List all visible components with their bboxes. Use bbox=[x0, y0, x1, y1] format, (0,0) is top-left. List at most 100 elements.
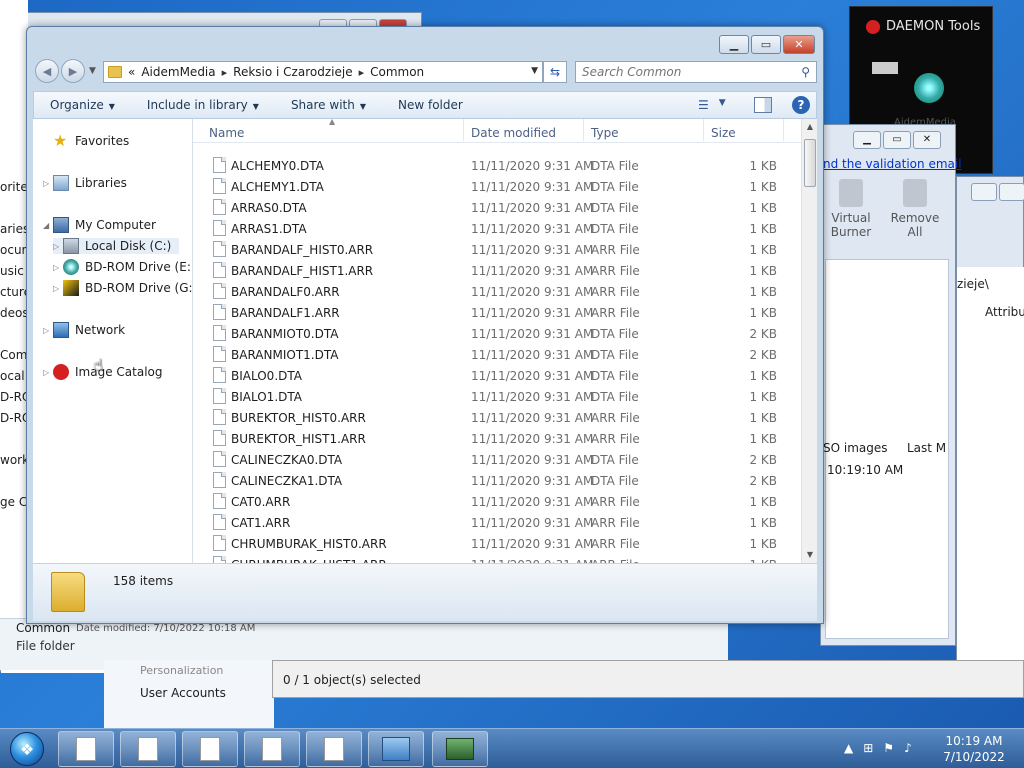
nav-favorites[interactable]: ★ Favorites bbox=[53, 133, 129, 149]
file-row[interactable]: BARANDALF_HIST1.ARR 11/11/2020 9:31 AM ARR… bbox=[193, 260, 801, 281]
vertical-scrollbar[interactable]: ▲ ▼ bbox=[801, 119, 817, 563]
remove-all-button[interactable]: Remove All bbox=[887, 179, 943, 239]
new-folder-button[interactable]: New folder bbox=[382, 98, 479, 112]
attributes-header[interactable]: Attribu bbox=[985, 305, 1024, 319]
breadcrumb-separator-icon[interactable]: ▸ bbox=[222, 66, 228, 79]
file-row[interactable]: BUREKTOR_HIST0.ARR 11/11/2020 9:31 AM ARR … bbox=[193, 407, 801, 428]
maximize-button[interactable] bbox=[971, 183, 997, 201]
last-modified-header[interactable]: Last M bbox=[907, 441, 946, 455]
collapse-arrow-icon[interactable]: ◢ bbox=[43, 221, 53, 230]
close-button[interactable]: ✕ bbox=[783, 35, 815, 54]
address-bar[interactable]: « AidemMedia ▸ Reksio i Czarodzieje ▸ Co… bbox=[103, 61, 543, 83]
taskbar-document-1[interactable] bbox=[58, 731, 114, 767]
explorer-window[interactable]: ▁ ▭ ✕ ◀ ▶ ▼ « AidemMedia ▸ Reksio i Czar… bbox=[26, 26, 824, 624]
breadcrumb-reksio[interactable]: Reksio i Czarodzieje bbox=[233, 65, 352, 79]
taskbar-document-3[interactable] bbox=[182, 731, 238, 767]
daemon-tools-window[interactable]: ▁ ▭ ✕ nd the validation email Virtual Bu… bbox=[820, 124, 962, 646]
file-row[interactable]: CAT0.ARR 11/11/2020 9:31 AM ARR File 1 KB bbox=[193, 491, 801, 512]
nav-network[interactable]: ▷ Network bbox=[43, 322, 125, 338]
forward-button[interactable]: ▶ bbox=[61, 59, 85, 83]
taskbar-document-5[interactable] bbox=[306, 731, 362, 767]
column-type[interactable]: Type bbox=[591, 126, 619, 140]
file-row[interactable]: CALINECZKA0.DTA 11/11/2020 9:31 AM DTA Fil… bbox=[193, 449, 801, 470]
clock[interactable]: 10:19 AM 7/10/2022 bbox=[938, 733, 1010, 765]
file-row[interactable]: ARRAS1.DTA 11/11/2020 9:31 AM DTA File 1 KB bbox=[193, 218, 801, 239]
address-dropdown-icon[interactable]: ▼ bbox=[531, 66, 538, 76]
search-box[interactable]: ⚲ bbox=[575, 61, 817, 83]
preview-pane-icon[interactable] bbox=[754, 97, 772, 113]
taskbar-document-2[interactable] bbox=[120, 731, 176, 767]
breadcrumb-separator-icon[interactable]: ▸ bbox=[359, 66, 365, 79]
minimize-button[interactable]: ▁ bbox=[853, 131, 881, 149]
expand-arrow-icon[interactable]: ▷ bbox=[43, 179, 53, 188]
far-right-window[interactable]: zieje\ Attribu bbox=[956, 176, 1024, 667]
column-divider[interactable] bbox=[583, 119, 584, 141]
breadcrumb-common[interactable]: Common bbox=[370, 65, 424, 79]
file-row[interactable]: BARANMIOT0.DTA 11/11/2020 9:31 AM DTA File… bbox=[193, 323, 801, 344]
iso-images-header[interactable]: SO images bbox=[823, 441, 888, 455]
scroll-thumb[interactable] bbox=[804, 139, 816, 187]
nav-local-disk[interactable]: ▷ Local Disk (C:) bbox=[53, 238, 180, 254]
action-center-icon[interactable]: ⚑ bbox=[883, 741, 894, 755]
file-row[interactable]: BARANMIOT1.DTA 11/11/2020 9:31 AM DTA File… bbox=[193, 344, 801, 365]
validation-email-link[interactable]: nd the validation email bbox=[823, 157, 962, 171]
include-in-library-menu[interactable]: Include in library ▼ bbox=[131, 98, 275, 112]
user-accounts-link[interactable]: User Accounts bbox=[140, 686, 226, 700]
expand-arrow-icon[interactable]: ▷ bbox=[53, 242, 63, 251]
expand-arrow-icon[interactable]: ▷ bbox=[43, 326, 53, 335]
taskbar-document-4[interactable] bbox=[244, 731, 300, 767]
nav-libraries[interactable]: ▷ Libraries bbox=[43, 175, 127, 191]
maximize-button[interactable]: ▭ bbox=[883, 131, 911, 149]
expand-arrow-icon[interactable]: ▷ bbox=[53, 284, 63, 293]
file-row[interactable]: CAT1.ARR 11/11/2020 9:31 AM ARR File 1 KB bbox=[193, 512, 801, 533]
column-size[interactable]: Size bbox=[711, 126, 736, 140]
start-button[interactable]: ❖ bbox=[2, 731, 52, 767]
file-row[interactable]: ALCHEMY1.DTA 11/11/2020 9:31 AM DTA File 1 … bbox=[193, 176, 801, 197]
taskbar-monitor[interactable] bbox=[432, 731, 488, 767]
personalization-link[interactable]: Personalization bbox=[140, 664, 223, 677]
nav-fragment[interactable]: work bbox=[0, 453, 29, 467]
column-divider[interactable] bbox=[463, 119, 464, 141]
file-row[interactable]: ALCHEMY0.DTA 11/11/2020 9:31 AM DTA File 1 … bbox=[193, 155, 801, 176]
nav-fragment[interactable]: deos bbox=[0, 306, 29, 320]
organize-menu[interactable]: Organize ▼ bbox=[34, 98, 131, 112]
scroll-down-icon[interactable]: ▼ bbox=[802, 547, 818, 563]
close-button[interactable] bbox=[999, 183, 1024, 201]
help-icon[interactable]: ? bbox=[792, 96, 810, 114]
show-hidden-icons-icon[interactable]: ▲ bbox=[844, 741, 853, 755]
column-name[interactable]: Name bbox=[209, 126, 244, 140]
nav-my-computer[interactable]: ◢ My Computer bbox=[43, 217, 156, 233]
maximize-button[interactable]: ▭ bbox=[751, 35, 781, 54]
column-divider[interactable] bbox=[783, 119, 784, 141]
recent-pages-dropdown[interactable]: ▼ bbox=[89, 66, 96, 76]
search-input[interactable] bbox=[582, 63, 792, 81]
file-row[interactable]: BIALO0.DTA 11/11/2020 9:31 AM DTA File 1 KB bbox=[193, 365, 801, 386]
nav-fragment[interactable]: Com bbox=[0, 348, 27, 362]
disc-icon[interactable] bbox=[914, 73, 944, 103]
search-icon[interactable]: ⚲ bbox=[801, 65, 810, 79]
nav-fragment[interactable]: aries bbox=[0, 222, 29, 236]
virtual-burner-button[interactable]: Virtual Burner bbox=[823, 179, 879, 239]
path-field[interactable]: zieje\ bbox=[957, 277, 989, 291]
expand-arrow-icon[interactable]: ▷ bbox=[53, 263, 63, 272]
file-row[interactable]: BIALO1.DTA 11/11/2020 9:31 AM DTA File 1 KB bbox=[193, 386, 801, 407]
network-tray-icon[interactable]: ⊞ bbox=[863, 741, 873, 755]
file-row[interactable]: CALINECZKA1.DTA 11/11/2020 9:31 AM DTA Fil… bbox=[193, 470, 801, 491]
column-divider[interactable] bbox=[703, 119, 704, 141]
nav-fragment[interactable]: ge C bbox=[0, 495, 27, 509]
file-list[interactable]: ▲ Name Date modified Type Size ALCHEMY0.… bbox=[193, 117, 817, 572]
file-row[interactable]: BARANDALF0.ARR 11/11/2020 9:31 AM ARR File… bbox=[193, 281, 801, 302]
scroll-up-icon[interactable]: ▲ bbox=[802, 119, 818, 135]
minimize-button[interactable]: ▁ bbox=[719, 35, 749, 54]
column-date-modified[interactable]: Date modified bbox=[471, 126, 556, 140]
breadcrumb-overflow[interactable]: « bbox=[128, 65, 135, 79]
file-row[interactable]: BUREKTOR_HIST1.ARR 11/11/2020 9:31 AM ARR … bbox=[193, 428, 801, 449]
back-button[interactable]: ◀ bbox=[35, 59, 59, 83]
breadcrumb-aidemmedia[interactable]: AidemMedia bbox=[141, 65, 215, 79]
file-row[interactable]: ARRAS0.DTA 11/11/2020 9:31 AM DTA File 1 KB bbox=[193, 197, 801, 218]
taskbar-control-panel[interactable] bbox=[368, 731, 424, 767]
change-view-button[interactable]: ☰ ▼ bbox=[698, 98, 726, 112]
nav-bd-rom-g[interactable]: ▷ BD-ROM Drive (G:) A bbox=[53, 280, 192, 296]
nav-bd-rom-e[interactable]: ▷ BD-ROM Drive (E:) A bbox=[53, 259, 192, 275]
refresh-button[interactable]: ⇆ bbox=[543, 61, 567, 83]
